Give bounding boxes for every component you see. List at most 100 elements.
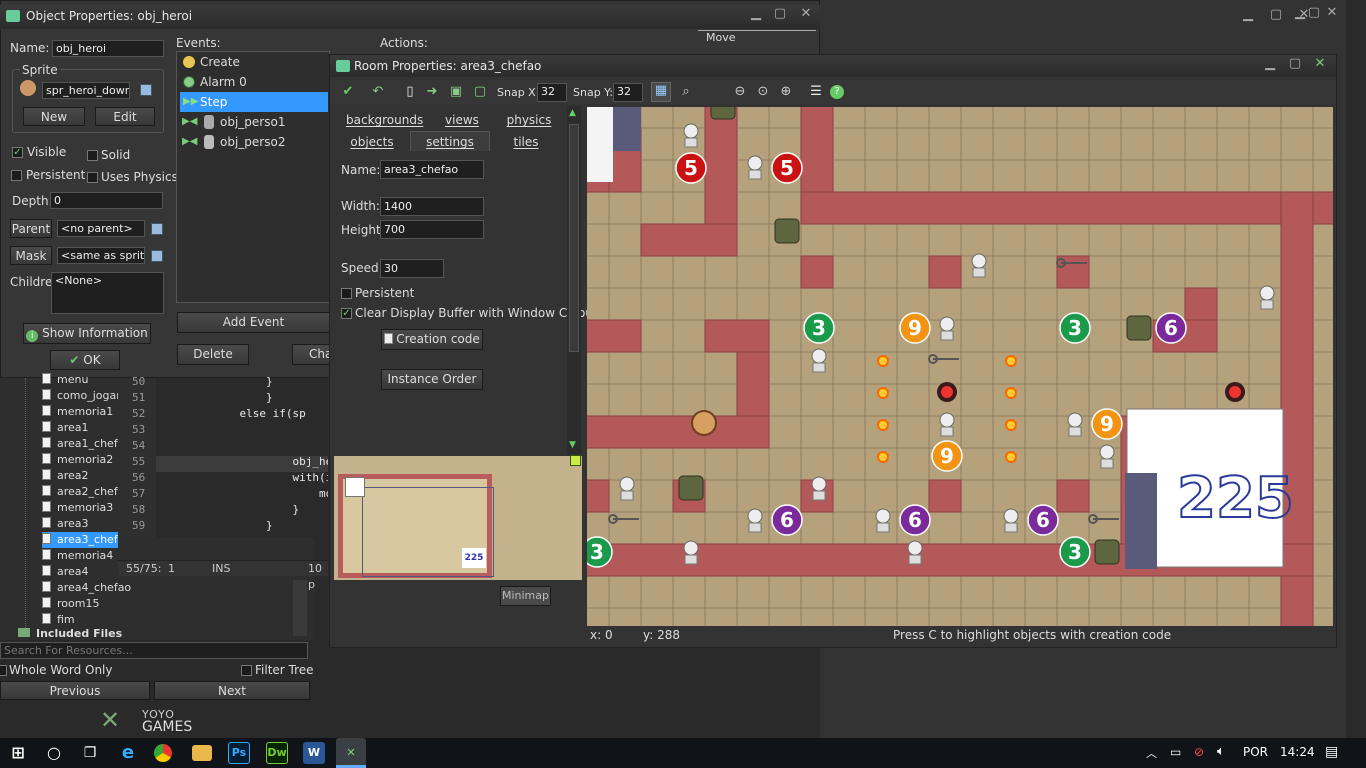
- room-minimize-icon[interactable]: ▁: [1260, 55, 1280, 73]
- event-collision-perso1[interactable]: ▶◀ obj_perso1: [180, 112, 328, 132]
- code-line-text[interactable]: with(i: [160, 470, 328, 486]
- solid-checkbox[interactable]: [87, 150, 98, 161]
- chrome-browser-icon[interactable]: [154, 744, 172, 762]
- resource-search-input[interactable]: Search For Resources...: [0, 642, 308, 659]
- room-close-icon[interactable]: ✕: [1310, 55, 1330, 73]
- edge-browser-icon[interactable]: e: [116, 741, 140, 765]
- clear-buffer-checkbox[interactable]: ✓: [341, 308, 352, 319]
- obj-close-icon[interactable]: ✕: [796, 5, 816, 23]
- sprite-edit-button[interactable]: Edit: [95, 107, 155, 126]
- mute-icon[interactable]: ⊘: [1194, 745, 1204, 759]
- whole-word-checkbox[interactable]: [0, 665, 7, 676]
- zoom-reset-icon[interactable]: ⊙: [755, 84, 771, 100]
- tree-item-memoria3[interactable]: memoria3: [42, 500, 113, 516]
- action-center-icon[interactable]: ▤: [1325, 744, 1338, 760]
- minimap-toggle-icon[interactable]: [570, 455, 581, 466]
- parent-input[interactable]: <no parent>: [57, 220, 145, 237]
- help-icon[interactable]: ?: [830, 85, 844, 99]
- obj-minimize-icon[interactable]: ▁: [746, 5, 766, 23]
- show-information-button[interactable]: i Show Information: [23, 323, 151, 344]
- code-line-text[interactable]: }: [160, 390, 328, 406]
- room-persistent-checkbox[interactable]: [341, 288, 352, 299]
- confirm-icon[interactable]: ✔: [340, 84, 356, 100]
- lock-icon[interactable]: ▣: [448, 84, 464, 100]
- event-collision-perso2[interactable]: ▶◀ obj_perso2: [180, 132, 328, 152]
- volume-icon[interactable]: 🔈︎: [1217, 744, 1225, 759]
- instance-order-button[interactable]: Instance Order: [381, 369, 483, 390]
- cortana-search-icon[interactable]: ○: [42, 741, 66, 765]
- unlock-icon[interactable]: ▢: [472, 84, 488, 100]
- tree-item-como_jogar[interactable]: como_jogar: [42, 388, 121, 404]
- mask-input[interactable]: <same as sprite>: [57, 247, 145, 264]
- children-list[interactable]: <None>: [51, 272, 164, 314]
- room-height-input[interactable]: 700: [380, 220, 484, 239]
- file-explorer-icon[interactable]: [192, 745, 212, 761]
- code-line-text[interactable]: }: [160, 374, 328, 390]
- event-create[interactable]: Create: [180, 52, 328, 72]
- tree-item-menu[interactable]: menu: [42, 372, 88, 388]
- depth-input[interactable]: 0: [50, 192, 163, 209]
- zoom-out-icon[interactable]: ⊖: [732, 84, 748, 100]
- scroll-thumb[interactable]: [569, 124, 579, 352]
- persistent-checkbox[interactable]: [11, 170, 22, 181]
- snap-y-input[interactable]: 32: [613, 83, 643, 102]
- next-button[interactable]: Next: [154, 681, 310, 700]
- zoom-dropdown-icon[interactable]: ⌕: [678, 84, 694, 100]
- add-event-button[interactable]: Add Event: [177, 312, 330, 333]
- scroll-down-arrow-icon[interactable]: ▼: [569, 440, 576, 450]
- tree-item-area1_chef[interactable]: area1_chef: [42, 436, 118, 452]
- grid-toggle-icon[interactable]: ▦: [651, 82, 671, 102]
- scroll-up-arrow-icon[interactable]: ▲: [569, 108, 576, 118]
- gamemaker-icon[interactable]: ✕: [336, 738, 366, 768]
- room-canvas[interactable]: 225 5 5 3 3 3 3 9 9 9 6 6 6 6: [587, 107, 1333, 626]
- tree-item-room15[interactable]: room15: [42, 596, 99, 612]
- ide-close-icon[interactable]: ✕: [1294, 6, 1314, 24]
- sprite-new-button[interactable]: New: [23, 107, 85, 126]
- included-files-folder[interactable]: Included Files: [18, 626, 122, 642]
- list-icon[interactable]: ☰: [808, 84, 824, 100]
- parent-browse-icon[interactable]: [151, 223, 163, 235]
- tab-settings[interactable]: settings: [414, 135, 486, 149]
- mask-browse-icon[interactable]: [151, 250, 163, 262]
- clock-time[interactable]: 14:24: [1280, 745, 1315, 759]
- tree-item-area1[interactable]: area1: [42, 420, 89, 436]
- network-icon[interactable]: ▭: [1170, 745, 1181, 759]
- event-step[interactable]: ▶▶ Step: [180, 92, 328, 112]
- shift-arrow-icon[interactable]: ➜: [424, 84, 440, 100]
- event-alarm[interactable]: Alarm 0: [180, 72, 328, 92]
- tab-backgrounds[interactable]: backgrounds: [346, 113, 423, 127]
- tree-item-area3[interactable]: area3: [42, 516, 89, 532]
- delete-event-button[interactable]: Delete: [177, 344, 249, 365]
- tree-item-memoria1[interactable]: memoria1: [42, 404, 113, 420]
- obj-maximize-icon[interactable]: ▢: [770, 5, 790, 23]
- uses-physics-checkbox[interactable]: [87, 172, 98, 183]
- tab-physics[interactable]: physics: [504, 113, 554, 127]
- tree-item-area2[interactable]: area2: [42, 468, 89, 484]
- mask-button[interactable]: Mask: [10, 246, 52, 265]
- tree-scrollbar[interactable]: [293, 580, 307, 636]
- tab-objects[interactable]: objects: [348, 135, 396, 149]
- word-icon[interactable]: W: [303, 742, 325, 764]
- change-event-button[interactable]: Cha: [292, 344, 332, 365]
- room-name-input[interactable]: area3_chefao: [380, 160, 484, 179]
- dreamweaver-icon[interactable]: Dw: [266, 742, 288, 764]
- undo-icon[interactable]: ↶: [370, 84, 386, 100]
- room-maximize-icon[interactable]: ▢: [1285, 55, 1305, 73]
- tree-item-area3_chef[interactable]: area3_chef: [42, 532, 118, 548]
- minimap-button[interactable]: Minimap: [500, 586, 551, 606]
- settings-scrollbar[interactable]: ▲ ▼: [567, 106, 581, 454]
- tab-views[interactable]: views: [440, 113, 484, 127]
- code-line-text[interactable]: }: [160, 518, 328, 534]
- code-line-text[interactable]: mo: [160, 486, 328, 502]
- new-page-icon[interactable]: ▯: [402, 84, 418, 100]
- sprite-input[interactable]: spr_heroi_down: [42, 82, 130, 99]
- language-indicator[interactable]: POR: [1243, 745, 1268, 759]
- parent-button[interactable]: Parent: [10, 219, 52, 238]
- tree-item-area4_chefao[interactable]: area4_chefao: [42, 580, 131, 596]
- task-view-icon[interactable]: ❐: [78, 741, 102, 765]
- show-hidden-icons-icon[interactable]: ︿: [1146, 745, 1157, 761]
- code-line-text[interactable]: obj_he: [160, 454, 328, 470]
- ide-minimize-icon[interactable]: ▁: [1238, 6, 1258, 24]
- obj-name-input[interactable]: obj_heroi: [52, 40, 164, 57]
- tree-item-area2_chef[interactable]: area2_chef: [42, 484, 118, 500]
